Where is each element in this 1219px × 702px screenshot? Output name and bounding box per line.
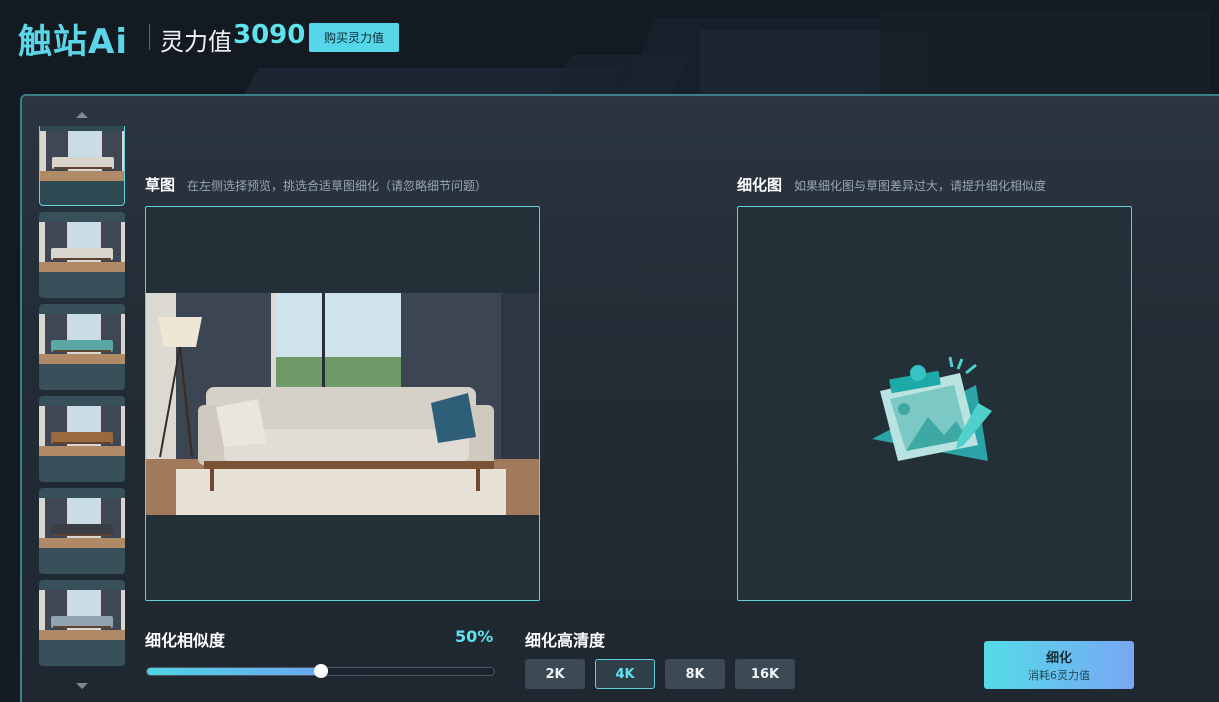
refine-button-label: 细化 [1045, 651, 1072, 666]
thumbnail-image [39, 314, 125, 364]
sketch-preview [145, 206, 540, 601]
resolution-option-8k[interactable]: 8K [665, 659, 725, 689]
sketch-image [146, 293, 539, 515]
thumbnail-list [39, 126, 125, 678]
header-divider [149, 24, 150, 50]
top-bar: 触站Ai 灵力值 3090 购买灵力值 [0, 0, 1219, 76]
similarity-label: 细化相似度 [145, 631, 226, 650]
thumbs-scroll-up-icon[interactable] [76, 112, 88, 118]
similarity-value: 50% [455, 627, 494, 646]
resolution-label: 细化高清度 [525, 631, 606, 650]
thumbnail-image [39, 406, 125, 456]
power-balance: 3090 [233, 20, 306, 50]
thumbnail-image [39, 498, 125, 548]
sketch-hint: 在左侧选择预览，挑选合适草图细化（请忽略细节问题） [187, 179, 488, 193]
resolution-option-16k[interactable]: 16K [735, 659, 795, 689]
thumbnail-image [39, 222, 125, 272]
thumbnail-item[interactable] [39, 396, 125, 482]
logo-ai-text: Ai [88, 22, 128, 62]
refined-title: 细化图 [737, 176, 783, 194]
similarity-slider-handle[interactable] [314, 664, 328, 678]
resolution-option-2k[interactable]: 2K [525, 659, 585, 689]
refine-button-cost: 消耗6灵力值 [1028, 669, 1090, 682]
thumbnail-item[interactable] [39, 488, 125, 574]
refined-hint: 如果细化图与草图差异过大，请提升细化相似度 [794, 179, 1047, 193]
thumbnail-image [40, 131, 124, 181]
app-logo[interactable]: 触站Ai [18, 14, 128, 63]
thumbnail-item[interactable] [39, 126, 125, 206]
power-label: 灵力值 [160, 28, 232, 56]
thumbnail-item[interactable] [39, 580, 125, 666]
thumbnail-item[interactable] [39, 212, 125, 298]
buy-power-button[interactable]: 购买灵力值 [309, 23, 399, 52]
similarity-slider-fill [147, 668, 321, 675]
thumbnail-image [39, 590, 125, 640]
refine-button[interactable]: 细化 消耗6灵力值 [984, 641, 1134, 689]
logo-text: 触站 [18, 22, 88, 62]
refined-preview [737, 206, 1132, 601]
thumbnail-item[interactable] [39, 304, 125, 390]
image-placeholder-icon [872, 356, 992, 461]
resolution-option-4k[interactable]: 4K [595, 659, 655, 689]
sketch-title: 草图 [145, 176, 176, 194]
thumbs-scroll-down-icon[interactable] [76, 683, 88, 689]
